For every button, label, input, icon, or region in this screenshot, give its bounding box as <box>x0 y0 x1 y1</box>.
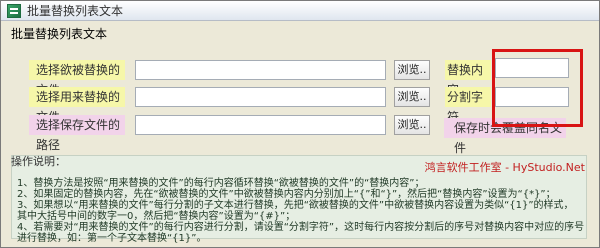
highlight-box <box>492 49 583 127</box>
studio-brand: 鸿言软件工作室 - HyStudio.Net <box>424 161 585 174</box>
label-replacement-file: 选择用来替换的文件 <box>29 87 125 124</box>
browse-save-button[interactable]: 浏览.. <box>394 115 430 135</box>
label-save-path: 选择保存文件的路径 <box>29 115 125 152</box>
instruction-line: 进行替换，如：第一个子文本替换“{1}”。 <box>17 233 207 244</box>
main-window: 批量替换列表文本 批量替换列表文本 选择欲被替换的文件 浏览.. 选择用来替换的… <box>0 0 600 248</box>
browse-source-button[interactable]: 浏览.. <box>394 60 430 80</box>
title-bar: 批量替换列表文本 <box>1 1 599 21</box>
app-list-icon <box>7 3 21 18</box>
replacement-file-input[interactable] <box>135 87 386 107</box>
browse-replacement-button[interactable]: 浏览.. <box>394 87 430 107</box>
instructions-title: 操作说明： <box>11 155 66 168</box>
save-path-input[interactable] <box>135 115 386 135</box>
source-file-input[interactable] <box>135 60 386 80</box>
label-source-file: 选择欲被替换的文件 <box>29 60 125 97</box>
label-replace-content: 替换内容 <box>445 60 491 97</box>
label-separator: 分割字符 <box>445 87 491 124</box>
window-title: 批量替换列表文本 <box>27 4 124 18</box>
group-title: 批量替换列表文本 <box>11 27 108 41</box>
